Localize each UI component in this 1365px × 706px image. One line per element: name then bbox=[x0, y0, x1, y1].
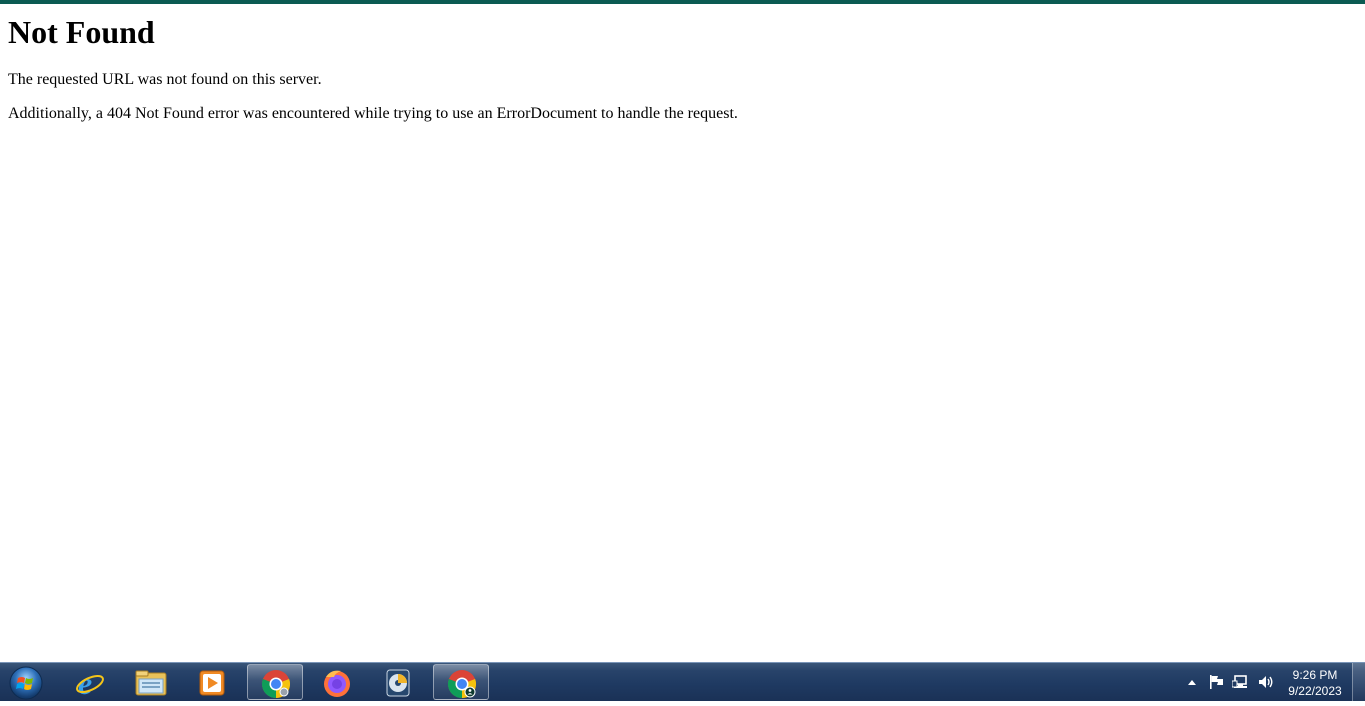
internet-explorer-icon: e bbox=[76, 667, 104, 699]
clock-date: 9/22/2023 bbox=[1288, 684, 1342, 698]
taskbar: e 9:26 PM 9/22/2023 bbox=[0, 662, 1365, 701]
file-explorer-icon bbox=[135, 670, 167, 696]
action-center-flag-icon[interactable] bbox=[1208, 674, 1226, 690]
taskbar-media-player[interactable] bbox=[184, 664, 240, 700]
taskbar-internet-explorer[interactable]: e bbox=[62, 664, 118, 700]
network-icon[interactable] bbox=[1232, 674, 1250, 690]
system-clock[interactable]: 9:26 PM 9/22/2023 bbox=[1281, 667, 1349, 699]
show-hidden-icons-icon[interactable] bbox=[1187, 678, 1197, 686]
media-center-icon bbox=[386, 669, 410, 697]
error-message: The requested URL was not found on this … bbox=[8, 71, 322, 88]
taskbar-media-center[interactable] bbox=[370, 664, 426, 700]
start-button[interactable] bbox=[4, 664, 48, 701]
media-player-icon bbox=[199, 670, 225, 696]
volume-icon[interactable] bbox=[1257, 674, 1275, 690]
windows-orb-icon bbox=[9, 666, 43, 700]
page-title: Not Found bbox=[8, 14, 155, 50]
taskbar-file-explorer[interactable] bbox=[122, 664, 178, 700]
taskbar-chrome[interactable] bbox=[247, 664, 303, 700]
error-page: Not Found The requested URL was not foun… bbox=[0, 4, 1365, 662]
error-detail: Additionally, a 404 Not Found error was … bbox=[8, 105, 738, 122]
chrome-profile-icon bbox=[447, 670, 477, 698]
clock-time: 9:26 PM bbox=[1292, 668, 1338, 682]
taskbar-chrome-profile[interactable] bbox=[433, 664, 489, 700]
taskbar-firefox[interactable] bbox=[309, 664, 365, 700]
chrome-icon bbox=[261, 670, 291, 698]
show-desktop-button[interactable] bbox=[1352, 663, 1365, 701]
firefox-icon bbox=[324, 670, 350, 697]
